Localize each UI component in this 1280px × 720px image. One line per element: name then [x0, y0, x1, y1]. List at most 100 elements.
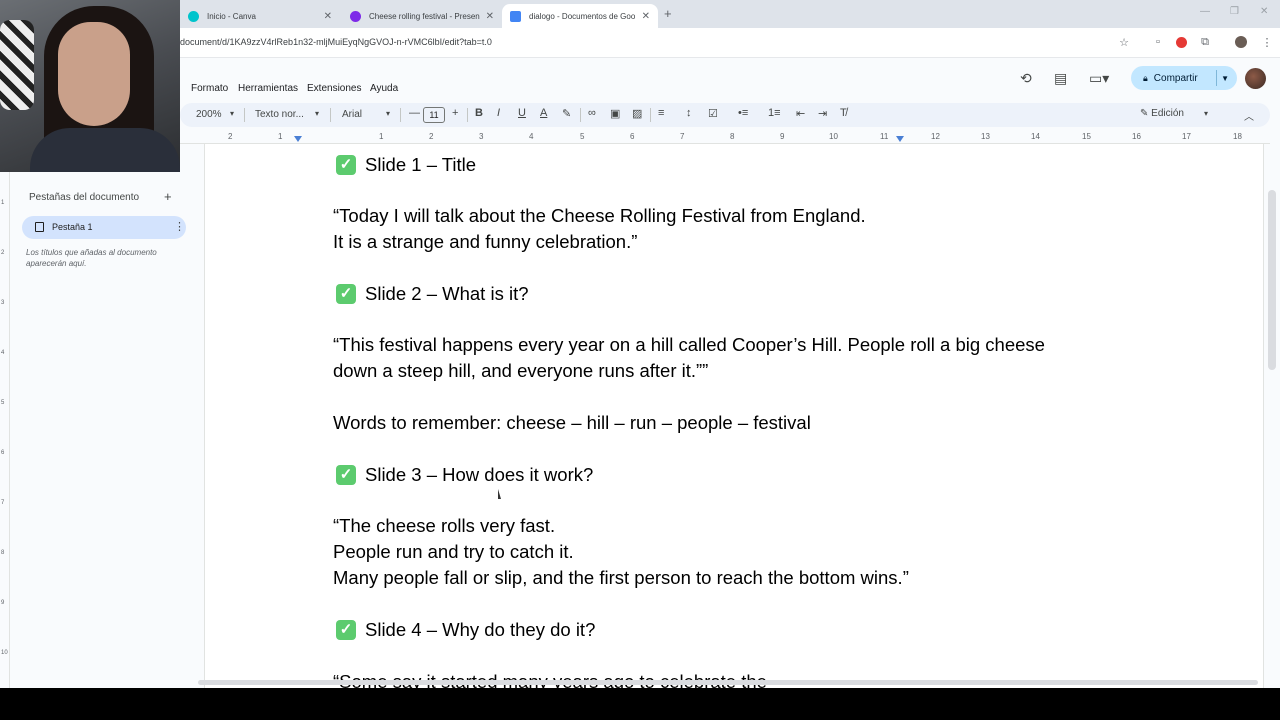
heading-text: Slide 2 – What is it?: [365, 283, 529, 304]
tab-title: Inicio - Canva: [207, 11, 256, 21]
close-icon[interactable]: ✕: [642, 11, 650, 22]
close-icon[interactable]: ✕: [324, 11, 332, 22]
tab-docs[interactable]: dialogo - Documentos de Goo ✕: [502, 4, 658, 28]
paragraph-line: People run and try to catch it.: [333, 541, 574, 562]
add-tab-icon[interactable]: +: [164, 189, 172, 204]
ruler-number: 9: [1, 600, 5, 606]
maximize-icon[interactable]: ❐: [1230, 6, 1239, 17]
url-text[interactable]: document/d/1KA9zzV4rlReb1n32-mljMuiEyqNg…: [180, 37, 492, 47]
meet-icon[interactable]: ▭▾: [1089, 70, 1109, 87]
share-button[interactable]: 🔒︎ Compartir ▼: [1131, 66, 1237, 90]
ruler-number: 2: [429, 132, 434, 141]
chevron-down-icon[interactable]: ▾: [230, 109, 234, 118]
profile-icon[interactable]: [1235, 36, 1247, 48]
person-face: [58, 22, 130, 126]
history-icon[interactable]: ⟲: [1020, 70, 1032, 87]
ruler-number: 12: [931, 132, 940, 141]
avatar[interactable]: [1245, 68, 1266, 89]
bold-icon[interactable]: B: [475, 107, 483, 119]
document-icon: [35, 222, 44, 232]
tab-canva[interactable]: Inicio - Canva ✕: [180, 4, 340, 28]
font-size-input[interactable]: 11: [423, 107, 445, 123]
chevron-down-icon[interactable]: ▼: [1221, 74, 1229, 83]
ruler-number: 11: [880, 132, 889, 141]
menu-ayuda[interactable]: Ayuda: [370, 83, 398, 94]
ruler-number: 1: [278, 132, 283, 141]
align-icon[interactable]: ≡: [658, 107, 664, 119]
edit-mode-select[interactable]: ✎ Edición ▾: [1140, 108, 1208, 119]
indent-marker[interactable]: [294, 136, 302, 142]
comment-icon[interactable]: ▣: [610, 107, 620, 120]
image-icon[interactable]: ▨: [632, 107, 642, 120]
ruler-number: 10: [1, 650, 8, 656]
horizontal-ruler: 2 1 1 2 3 4 5 6 7 8 9 10 11 12 13 14 15 …: [180, 130, 1270, 144]
minimize-icon[interactable]: —: [1200, 6, 1210, 17]
horizontal-scrollbar[interactable]: [198, 680, 1258, 685]
new-tab-icon[interactable]: +: [664, 6, 672, 21]
paragraph-line: It is a strange and funny celebration.”: [333, 231, 638, 252]
extension-icon[interactable]: ▫: [1152, 36, 1164, 48]
increase-font-icon[interactable]: +: [452, 107, 458, 119]
decrease-indent-icon[interactable]: ⇤: [796, 107, 805, 120]
collapse-menus-icon[interactable]: ︿: [1244, 108, 1254, 123]
more-options-icon[interactable]: ⋮: [174, 220, 185, 233]
mouse-cursor: [498, 489, 501, 499]
line-spacing-icon[interactable]: ↕: [686, 107, 692, 119]
canva-icon: [188, 10, 199, 22]
opera-icon[interactable]: [1175, 36, 1187, 48]
ruler-number: 6: [630, 132, 635, 141]
menu-dots-icon[interactable]: ⋮: [1261, 36, 1273, 49]
checklist-icon[interactable]: ☑: [708, 107, 718, 120]
divider: [580, 108, 581, 122]
heading-text: Slide 3 – How does it work?: [365, 464, 594, 485]
ruler-number: 7: [680, 132, 685, 141]
link-icon[interactable]: ∞: [588, 107, 596, 119]
document-tabs-panel: Pestañas del documento + Pestaña 1 ⋮ Los…: [12, 170, 192, 688]
chevron-down-icon[interactable]: ▾: [386, 109, 390, 118]
ruler-number: 10: [829, 132, 838, 141]
underline-icon[interactable]: U: [518, 107, 526, 119]
ruler-number: 5: [580, 132, 585, 141]
share-divider: [1216, 70, 1217, 86]
vertical-scrollbar[interactable]: [1268, 190, 1276, 370]
slide1-heading: ✓ Slide 1 – Title: [333, 152, 476, 178]
paragraph-line: Many people fall or slip, and the first …: [333, 567, 909, 588]
divider: [330, 108, 331, 122]
ruler-number: 5: [1, 400, 5, 406]
tab-title: dialogo - Documentos de Goo: [529, 11, 636, 21]
increase-indent-icon[interactable]: ⇥: [818, 107, 827, 120]
paragraph-line: “Today I will talk about the Cheese Roll…: [333, 205, 866, 226]
menu-formato[interactable]: Formato: [191, 83, 228, 94]
bookmark-star-icon[interactable]: ☆: [1118, 36, 1130, 49]
divider: [244, 108, 245, 122]
close-window-icon[interactable]: ✕: [1260, 6, 1268, 17]
document-tab-item[interactable]: Pestaña 1 ⋮: [22, 216, 186, 239]
person-shirt: [30, 128, 180, 172]
font-select[interactable]: Arial: [342, 109, 362, 120]
chevron-down-icon[interactable]: ▾: [315, 109, 319, 118]
menu-herramientas[interactable]: Herramientas: [238, 83, 298, 94]
divider: [467, 108, 468, 122]
ruler-number: 7: [1, 500, 5, 506]
slide3-heading: ✓ Slide 3 – How does it work?: [333, 462, 593, 488]
clear-formatting-icon[interactable]: T̸: [840, 107, 847, 119]
paragraph-line: Words to remember: cheese – hill – run –…: [333, 412, 811, 433]
close-icon[interactable]: ✕: [486, 11, 494, 22]
zoom-select[interactable]: 200%: [196, 109, 222, 120]
highlight-icon[interactable]: ✎: [562, 107, 571, 120]
browser-tabstrip: Inicio - Canva ✕ Cheese rolling festival…: [0, 0, 1280, 28]
style-select[interactable]: Texto nor...: [255, 109, 304, 120]
tab-presentation[interactable]: Cheese rolling festival - Presen ✕: [342, 4, 502, 28]
italic-icon[interactable]: I: [497, 107, 500, 119]
ruler-number: 2: [228, 132, 233, 141]
text-color-icon[interactable]: A: [540, 107, 547, 119]
document-page[interactable]: ✓ Slide 1 – Title “Today I will talk abo…: [204, 144, 1264, 688]
numbered-list-icon[interactable]: 1≡: [768, 107, 781, 119]
bottom-black-bar: [0, 688, 1280, 720]
decrease-font-icon[interactable]: —: [409, 107, 420, 119]
menu-extensiones[interactable]: Extensiones: [307, 83, 361, 94]
right-indent-marker[interactable]: [896, 136, 904, 142]
comments-icon[interactable]: ▤: [1054, 70, 1067, 87]
puzzle-icon[interactable]: ⧉: [1199, 36, 1211, 48]
bulleted-list-icon[interactable]: •≡: [738, 107, 748, 119]
